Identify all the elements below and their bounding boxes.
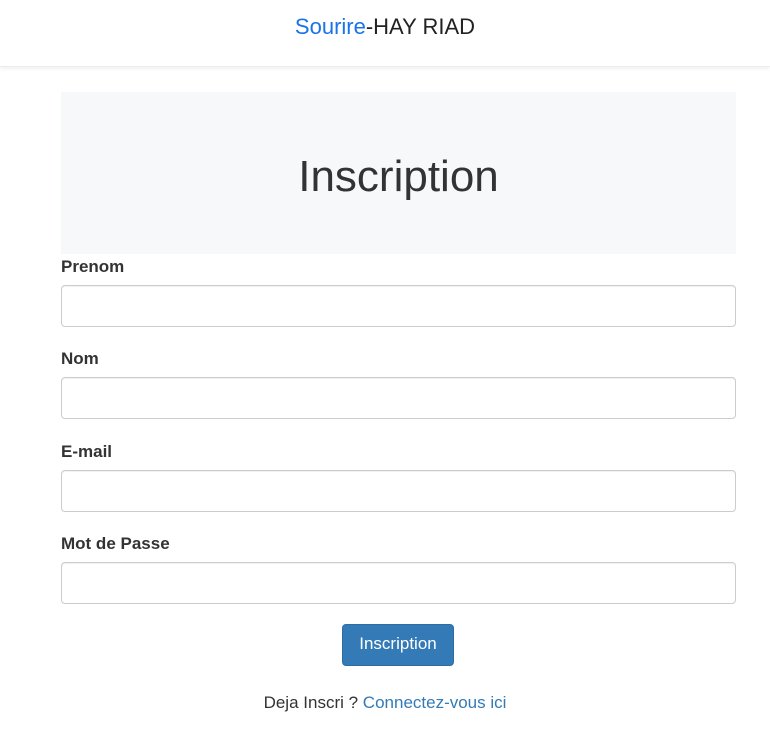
email-input[interactable] — [61, 470, 736, 512]
brand-link[interactable]: Sourire-HAY RIAD — [0, 13, 770, 41]
page-title: Inscription — [298, 152, 499, 201]
brand-rest: -HAY RIAD — [365, 14, 476, 39]
password-input[interactable] — [61, 562, 736, 604]
hero-banner: Inscription — [61, 92, 736, 254]
login-prompt-text: Deja Inscri ? — [263, 693, 359, 712]
brand-accent: Sourire — [294, 14, 366, 39]
nom-input[interactable] — [61, 377, 736, 419]
prenom-input[interactable] — [61, 285, 736, 327]
password-label: Mot de Passe — [61, 534, 170, 553]
login-prompt: Deja Inscri ? Connectez-vous ici — [0, 692, 770, 714]
prenom-label: Prenom — [61, 257, 125, 276]
navbar: Sourire-HAY RIAD — [0, 0, 770, 67]
login-link[interactable]: Connectez-vous ici — [363, 693, 507, 712]
nom-label: Nom — [61, 349, 99, 368]
email-label: E-mail — [61, 442, 113, 461]
submit-button[interactable]: Inscription — [342, 624, 454, 666]
